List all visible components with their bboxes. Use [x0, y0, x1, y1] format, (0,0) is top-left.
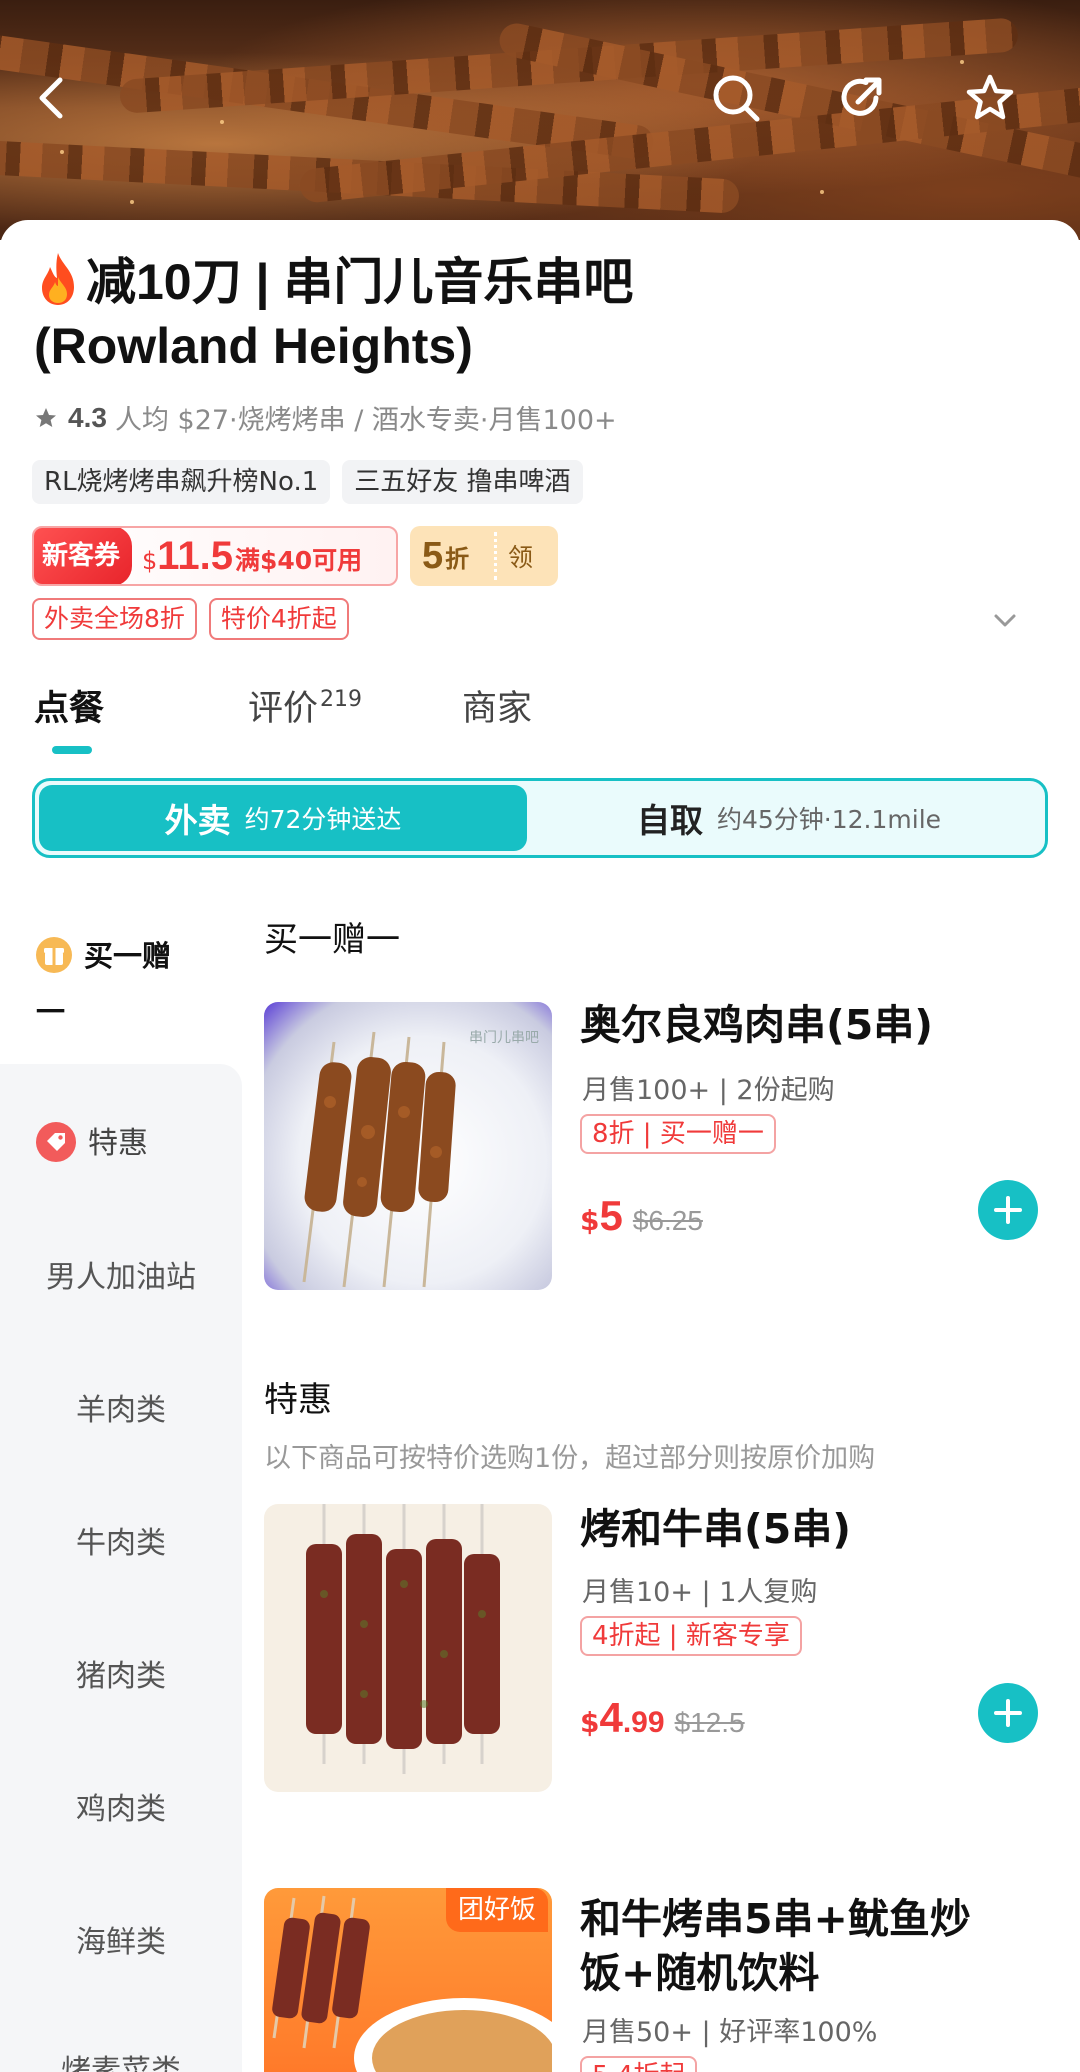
store-promotions: 外卖全场8折 特价4折起	[32, 598, 349, 640]
section-title: 买一赠一	[264, 920, 400, 960]
sidebar-item[interactable]: 羊肉类	[0, 1385, 242, 1429]
add-to-cart-button[interactable]	[978, 1683, 1038, 1743]
pickup-label: 自取	[636, 801, 703, 840]
price-decimal: .99	[622, 1706, 665, 1739]
dish-name-line2: 饭+随机饮料	[580, 1949, 820, 1997]
sidebar-item[interactable]: 猪肉类	[0, 1651, 242, 1695]
store-hero-image	[0, 0, 1080, 240]
sidebar-item[interactable]: 海鲜类	[0, 1917, 242, 1961]
share-button[interactable]	[834, 70, 890, 126]
coupon-value: 11.5	[157, 533, 233, 578]
dish-name-line1: 和牛烤串5串+鱿鱼炒	[580, 1895, 971, 1943]
store-tag[interactable]: 三五好友 撸串啤酒	[342, 460, 583, 504]
rating-star-icon	[36, 407, 56, 427]
pickup-mode-button[interactable]: 自取 约45分钟·12.1mile	[535, 785, 1043, 851]
original-price: $12.5	[674, 1707, 745, 1738]
fire-icon	[42, 253, 74, 305]
sidebar-item-specials[interactable]: 特惠	[0, 1118, 242, 1162]
store-title-line1: 减10刀 | 串门儿音乐串吧	[86, 254, 634, 310]
pickup-info: 约45分钟·12.1mile	[716, 805, 942, 834]
sidebar-item[interactable]: 男人加油站	[0, 1252, 242, 1296]
search-button[interactable]	[708, 70, 764, 126]
promo-tag: 外卖全场8折	[32, 598, 197, 640]
discount-coupon[interactable]: 5折 领	[410, 526, 558, 586]
dish-price: $4.99 $12.5	[580, 1694, 745, 1742]
sidebar-item[interactable]: 牛肉类	[0, 1518, 242, 1562]
tab-merchant-label: 商家	[462, 689, 533, 729]
dish-sales: 月售100+ | 2份起购	[582, 1075, 835, 1106]
promo-tag: 特价4折起	[208, 598, 349, 640]
delivery-label: 外卖	[164, 801, 231, 840]
star-icon	[966, 74, 1014, 120]
price-currency: $	[580, 1204, 600, 1237]
gift-icon	[36, 937, 72, 973]
chicken-skewers-graphic: 串门儿串吧	[302, 1030, 539, 1288]
section-title: 特惠	[264, 1380, 332, 1420]
dish-name: 烤和牛串(5串)	[580, 1505, 852, 1553]
review-count: 219	[320, 687, 363, 712]
tab-order-label: 点餐	[34, 689, 105, 729]
coupon-currency: $	[142, 546, 158, 575]
original-price: $6.25	[632, 1205, 703, 1236]
plus-icon	[994, 1196, 1022, 1224]
share-icon	[841, 77, 882, 116]
tab-merchant[interactable]: 商家	[462, 680, 532, 731]
dish-image[interactable]: 串门儿串吧	[264, 1002, 552, 1290]
store-title: 减10刀 | 串门儿音乐串吧 (Rowland Heights)	[34, 250, 934, 378]
sidebar-item-label: 特惠	[88, 1126, 148, 1161]
favorite-button[interactable]	[962, 70, 1018, 126]
store-title-line2: (Rowland Heights)	[34, 318, 473, 374]
dish-promo-tag: 5.4折起	[580, 2056, 698, 2072]
store-tag[interactable]: RL烧烤烤串飙升榜No.1	[32, 460, 331, 504]
dish-name: 和牛烤串5串+鱿鱼炒 饭+随机饮料	[580, 1892, 971, 2000]
coupon-condition: 满$40可用	[234, 545, 363, 575]
section-subtitle: 以下商品可按特价选购1份，超过部分则按原价加购	[264, 1443, 876, 1474]
plate-print-text: 串门儿串吧	[469, 1030, 539, 1046]
sidebar-item-bogo[interactable]: 买一赠一	[36, 928, 216, 1040]
discount-unit: 折	[445, 544, 470, 573]
price-integer: 4	[599, 1694, 623, 1741]
delivery-mode-button[interactable]: 外卖 约72分钟送达	[39, 785, 527, 851]
claim-coupon-button[interactable]: 领	[508, 538, 533, 574]
dish-image[interactable]	[264, 1504, 552, 1792]
store-tags: RL烧烤烤串飙升榜No.1 三五好友 撸串啤酒	[32, 460, 583, 504]
search-icon	[713, 75, 760, 122]
plus-icon	[994, 1699, 1022, 1727]
sidebar-item[interactable]: 鸡肉类	[0, 1784, 242, 1828]
coupon-amount: $11.5 满$40可用	[142, 534, 362, 579]
dish-sales: 月售10+ | 1人复购	[582, 1577, 818, 1608]
discount-tag-icon	[36, 1122, 76, 1162]
store-meta-text: 人均 $27·烧烤烤串 / 酒水专卖·月售100+	[114, 405, 617, 436]
fulfillment-mode-toggle: 外卖 约72分钟送达 自取 约45分钟·12.1mile	[32, 778, 1048, 858]
sidebar-item-label: 一	[36, 995, 66, 1029]
store-rating: 4.3	[68, 401, 107, 433]
price-currency: $	[580, 1706, 600, 1739]
dish-promo-tag: 8折 | 买一赠一	[580, 1114, 776, 1154]
back-button[interactable]	[22, 70, 78, 126]
discount-value: 5	[422, 534, 444, 577]
coupon-divider	[494, 532, 497, 580]
dish-sales: 月售50+ | 好评率100%	[582, 2017, 878, 2048]
dish-name: 奥尔良鸡肉串(5串)	[580, 1001, 934, 1049]
sidebar-item-label: 买一赠	[84, 939, 172, 973]
store-meta: 4.3 人均 $27·烧烤烤串 / 酒水专卖·月售100+	[34, 398, 617, 437]
new-customer-coupon[interactable]: 新客券 $11.5 满$40可用	[32, 526, 398, 586]
sidebar-item[interactable]: 烤素菜类	[0, 2046, 242, 2072]
add-to-cart-button[interactable]	[978, 1180, 1038, 1240]
tab-order[interactable]: 点餐	[34, 680, 104, 731]
back-icon	[39, 77, 63, 119]
chevron-down-icon	[994, 614, 1016, 627]
wagyu-skewers-graphic	[306, 1504, 500, 1774]
group-deal-badge: 团好饭	[446, 1888, 549, 1932]
tab-reviews-label: 评价	[248, 689, 319, 729]
delivery-time: 约72分钟送达	[244, 805, 402, 834]
dish-price: $5 $6.25	[580, 1192, 703, 1240]
dish-promo-tag: 4折起 | 新客专享	[580, 1616, 802, 1656]
tab-reviews[interactable]: 评价219	[248, 680, 362, 731]
coupon-label: 新客券	[34, 528, 133, 584]
price-integer: 5	[599, 1192, 623, 1239]
active-tab-indicator	[52, 746, 92, 754]
expand-promotions-button[interactable]	[990, 608, 1020, 632]
